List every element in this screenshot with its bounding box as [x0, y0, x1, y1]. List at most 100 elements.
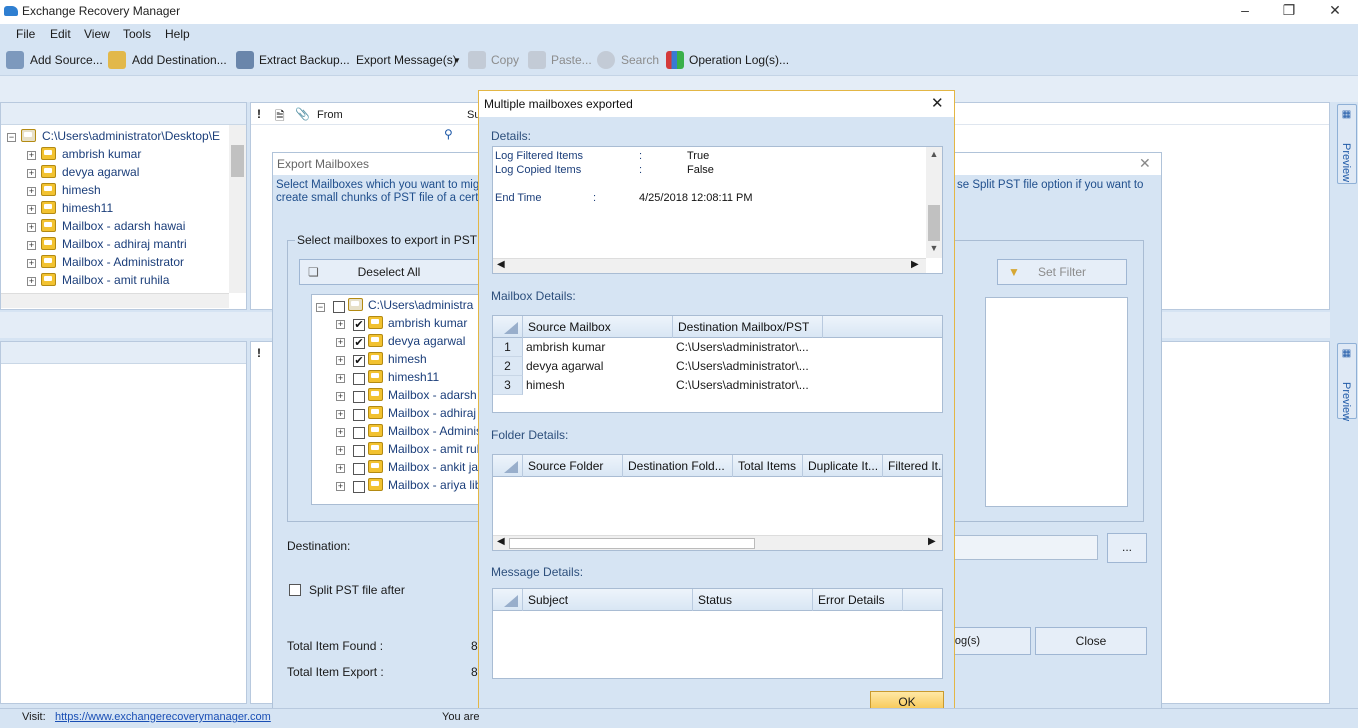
mailbox-checkbox[interactable]: ✔	[353, 319, 365, 331]
export-tree-item[interactable]: Mailbox - amit ruh	[388, 442, 480, 456]
mailbox-checkbox[interactable]	[353, 391, 365, 403]
scroll-thumb[interactable]	[928, 205, 940, 241]
preview-tab-top[interactable]: ▦ Preview	[1337, 104, 1357, 184]
tree-collapse-icon[interactable]: −	[316, 303, 325, 312]
expand-icon[interactable]: +	[27, 223, 36, 232]
export-tree-root[interactable]: C:\Users\administra	[368, 298, 473, 312]
destination-path-field[interactable]	[953, 535, 1098, 560]
copy-button[interactable]: Copy	[491, 53, 519, 67]
split-pst-checkbox[interactable]	[289, 584, 301, 596]
menu-help[interactable]: Help	[165, 27, 190, 41]
expand-icon[interactable]: +	[336, 374, 345, 383]
export-tree-item[interactable]: Mailbox - adhiraj	[388, 406, 476, 420]
tree-item[interactable]: Mailbox - amit ruhila	[62, 273, 169, 287]
mailbox-checkbox[interactable]	[353, 373, 365, 385]
scroll-down-icon[interactable]: ▼	[926, 243, 942, 253]
tree-item[interactable]: Mailbox - adarsh hawai	[62, 219, 185, 233]
tree-item[interactable]: Mailbox - adhiraj mantri	[62, 237, 187, 251]
mailbox-checkbox[interactable]: ✔	[353, 355, 365, 367]
scroll-thumb[interactable]	[509, 538, 755, 549]
add-destination-button[interactable]: Add Destination...	[132, 53, 227, 67]
tree-root[interactable]: C:\Users\administrator\Desktop\E	[42, 129, 220, 143]
extract-backup-button[interactable]: Extract Backup...	[259, 53, 350, 67]
expand-icon[interactable]: +	[336, 464, 345, 473]
expand-icon[interactable]: +	[336, 446, 345, 455]
export-tree-item[interactable]: himesh11	[388, 370, 439, 384]
expand-icon[interactable]: +	[336, 320, 345, 329]
column-duplicate-items[interactable]: Duplicate It...	[808, 459, 882, 473]
close-window-icon[interactable]: ✕	[1320, 2, 1350, 19]
export-dialog-close-icon[interactable]: ✕	[1139, 155, 1151, 172]
export-tree-item[interactable]: Mailbox - Adminis	[388, 424, 480, 438]
menu-edit[interactable]: Edit	[50, 27, 71, 41]
table-row[interactable]: 2 devya agarwal C:\Users\administrator\.…	[493, 357, 823, 376]
root-checkbox[interactable]	[333, 301, 345, 313]
mailbox-checkbox[interactable]	[353, 463, 365, 475]
set-filter-button[interactable]: ▼ Set Filter	[997, 259, 1127, 285]
minimize-icon[interactable]: –	[1230, 2, 1260, 18]
column-destination-folder[interactable]: Destination Fold...	[628, 459, 732, 473]
scroll-right-icon[interactable]: ▶	[911, 259, 919, 270]
menu-tools[interactable]: Tools	[123, 27, 151, 41]
tree-item[interactable]: himesh11	[62, 201, 113, 215]
export-tree-item[interactable]: Mailbox - ariya lib	[388, 478, 480, 492]
export-tree-item[interactable]: himesh	[388, 352, 427, 366]
preview-tab-bottom[interactable]: ▦ Preview	[1337, 343, 1357, 421]
menu-view[interactable]: View	[84, 27, 110, 41]
scroll-left-icon[interactable]: ◀	[497, 259, 505, 270]
export-tree-item[interactable]: Mailbox - adarsh	[388, 388, 477, 402]
expand-icon[interactable]: +	[336, 428, 345, 437]
column-from[interactable]: From	[317, 109, 343, 121]
tree-item[interactable]: devya agarwal	[62, 165, 139, 179]
mailbox-checkbox[interactable]	[353, 427, 365, 439]
mailbox-checkbox[interactable]: ✔	[353, 337, 365, 349]
log-horizontal-scrollbar[interactable]: ◀ ▶	[493, 258, 926, 273]
scroll-thumb[interactable]	[231, 145, 244, 177]
expand-icon[interactable]: +	[336, 392, 345, 401]
expand-icon[interactable]: +	[27, 259, 36, 268]
close-button[interactable]: Close	[1035, 627, 1147, 655]
column-destination-mailbox[interactable]: Destination Mailbox/PST	[678, 320, 809, 334]
result-dialog-close-icon[interactable]: ✕	[931, 94, 944, 112]
expand-icon[interactable]: +	[27, 169, 36, 178]
tree-collapse-icon[interactable]: −	[7, 133, 16, 142]
tree-item[interactable]: Mailbox - Administrator	[62, 255, 184, 269]
add-source-button[interactable]: Add Source...	[30, 53, 103, 67]
tree-vertical-scrollbar[interactable]	[229, 125, 246, 293]
restore-icon[interactable]: ❐	[1274, 2, 1304, 19]
column-source-folder[interactable]: Source Folder	[528, 459, 620, 473]
expand-icon[interactable]: +	[336, 482, 345, 491]
expand-icon[interactable]: +	[27, 205, 36, 214]
mailbox-checkbox[interactable]	[353, 409, 365, 421]
mailbox-checkbox[interactable]	[353, 445, 365, 457]
folder-horizontal-scrollbar[interactable]: ◀ ▶	[493, 535, 942, 550]
deselect-all-button[interactable]: ❏ Deselect All	[299, 259, 479, 285]
expand-icon[interactable]: +	[27, 187, 36, 196]
expand-icon[interactable]: +	[27, 151, 36, 160]
scroll-left-icon[interactable]: ◀	[497, 536, 505, 547]
filter-search-icon[interactable]: ⚲	[444, 127, 453, 141]
tree-item[interactable]: ambrish kumar	[62, 147, 141, 161]
column-filtered-items[interactable]: Filtered It...	[888, 459, 942, 473]
column-total-items[interactable]: Total Items	[738, 459, 802, 473]
column-status[interactable]: Status	[698, 593, 732, 607]
scroll-up-icon[interactable]: ▲	[926, 149, 942, 159]
search-button[interactable]: Search	[621, 53, 659, 67]
expand-icon[interactable]: +	[336, 338, 345, 347]
operation-logs-button[interactable]: Operation Log(s)...	[689, 53, 789, 67]
column-error-details[interactable]: Error Details	[818, 593, 885, 607]
expand-icon[interactable]: +	[336, 356, 345, 365]
table-row[interactable]: 1 ambrish kumar C:\Users\administrator\.…	[493, 338, 823, 357]
mailbox-checkbox[interactable]	[353, 481, 365, 493]
expand-icon[interactable]: +	[336, 410, 345, 419]
scroll-right-icon[interactable]: ▶	[928, 536, 936, 547]
column-subject[interactable]: Subject	[528, 593, 568, 607]
tree-item[interactable]: himesh	[62, 183, 101, 197]
log-vertical-scrollbar[interactable]: ▲ ▼	[926, 147, 942, 258]
expand-icon[interactable]: +	[27, 241, 36, 250]
export-tree-item[interactable]: Mailbox - ankit jai	[388, 460, 480, 474]
menu-file[interactable]: File	[16, 27, 35, 41]
website-link[interactable]: https://www.exchangerecoverymanager.com	[55, 711, 271, 723]
tree-horizontal-scrollbar[interactable]	[1, 293, 229, 308]
column-source-mailbox[interactable]: Source Mailbox	[528, 320, 611, 334]
